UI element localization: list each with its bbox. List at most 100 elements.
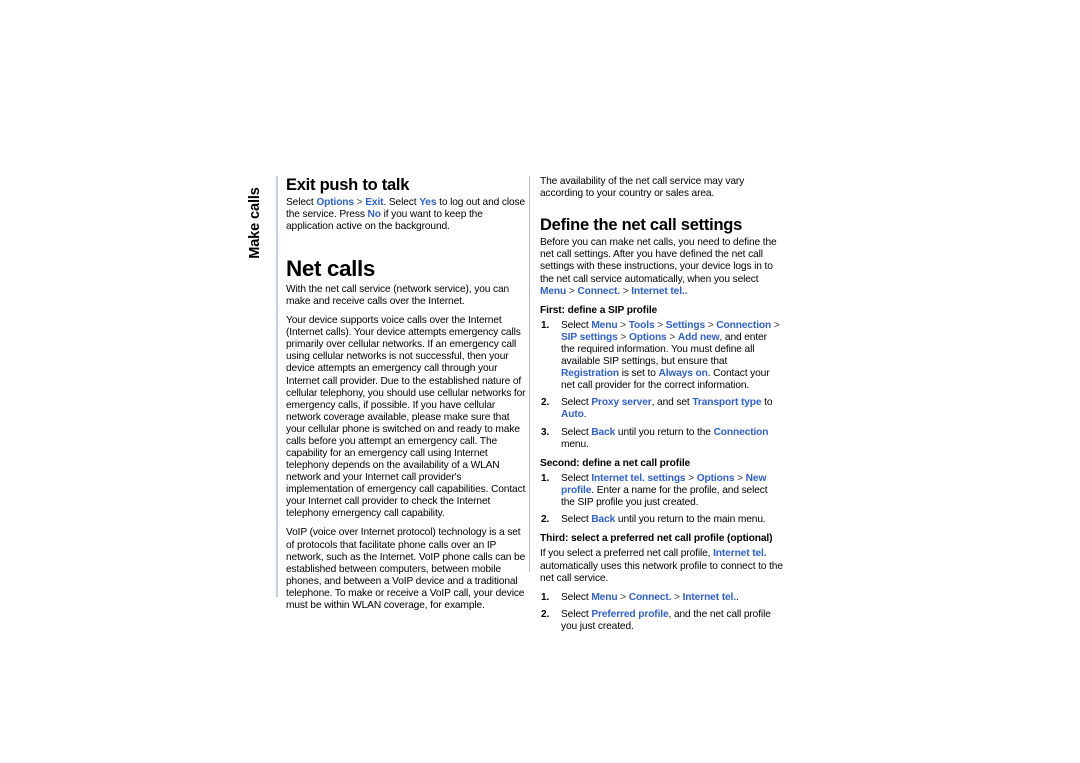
- ui-ref-back: Back: [591, 426, 616, 438]
- chapter-side-tab-label: Make calls: [247, 187, 263, 259]
- ui-ref-add-new: Add new: [677, 332, 720, 343]
- text-seg: >: [734, 472, 746, 484]
- list-item-number: 2.: [541, 608, 550, 620]
- text-seg: .: [583, 409, 587, 421]
- text-seg: until you return to the main menu.: [615, 514, 766, 526]
- ui-ref-connection: Connection: [716, 319, 772, 331]
- text-seg: >: [671, 591, 683, 603]
- ui-ref-no: No: [367, 209, 381, 221]
- list-item-number: 3.: [541, 426, 550, 438]
- paragraph-exit-push-to-talk: Select Options > Exit. Select Yes to log…: [286, 197, 529, 233]
- text-seg: >: [566, 285, 578, 297]
- list-item-number: 1.: [541, 591, 550, 603]
- text-seg: . Select: [383, 197, 420, 209]
- text-seg: >: [617, 591, 629, 603]
- text-seg: Select: [561, 608, 592, 620]
- left-column: Exit push to talk Select Options > Exit.…: [286, 176, 529, 619]
- list-item: 2. Select Back until you return to the ma…: [540, 514, 783, 526]
- ui-ref-exit: Exit: [365, 197, 384, 209]
- text-seg: >: [705, 319, 717, 331]
- list-item-number: 2.: [541, 514, 550, 526]
- ui-ref-yes: Yes: [419, 197, 437, 209]
- heading-net-calls: Net calls: [286, 256, 375, 282]
- list-item-number: 2.: [541, 397, 550, 409]
- text-seg: >: [685, 472, 697, 484]
- ui-ref-back: Back: [591, 514, 616, 526]
- ui-ref-preferred-profile: Preferred profile: [591, 608, 669, 620]
- left-column-rule: [276, 176, 278, 597]
- paragraph-define-intro: Before you can make net calls, you need …: [540, 237, 783, 297]
- list-item: 2. Select Proxy server, and set Transport…: [540, 397, 783, 421]
- ui-ref-connect: Connect.: [577, 285, 621, 297]
- text-seg: >: [771, 319, 780, 331]
- column-separator-rule: [529, 176, 530, 572]
- text-seg: menu.: [561, 438, 589, 450]
- ui-ref-menu: Menu: [540, 285, 567, 297]
- text-seg: Select: [561, 591, 592, 603]
- list-second-define-net-call-profile: 1. Select Internet tel. settings > Option…: [540, 473, 783, 526]
- list-item: 2. Select Preferred profile, and the net …: [540, 609, 783, 633]
- paragraph-preferred-profile-note: If you select a preferred net call profi…: [540, 548, 783, 584]
- text-seg: >: [353, 197, 366, 209]
- list-item: 1. Select Menu > Tools > Settings > Conne…: [540, 320, 783, 392]
- ui-ref-internet-tel: Internet tel.: [682, 591, 736, 603]
- chapter-side-tab: Make calls: [238, 175, 272, 271]
- heading-exit-push-to-talk: Exit push to talk: [286, 176, 410, 194]
- text-seg: Select: [286, 197, 317, 209]
- list-third-select-preferred-profile: 1. Select Menu > Connect. > Internet tel.…: [540, 592, 783, 633]
- ui-ref-sip-settings: SIP settings: [561, 332, 618, 343]
- text-seg: to: [761, 397, 773, 409]
- list-item-number: 1.: [541, 319, 550, 331]
- text-seg: >: [666, 332, 678, 343]
- text-seg: until you return to the: [615, 426, 714, 438]
- heading-define-net-call-settings: Define the net call settings: [540, 216, 743, 235]
- subheading-first-define-sip-profile: First: define a SIP profile: [540, 304, 658, 316]
- text-seg: Select: [561, 319, 592, 331]
- text-seg: . Enter a name for the profile, and sele…: [561, 485, 768, 509]
- text-seg: Before you can make net calls, you need …: [540, 237, 777, 285]
- ui-ref-registration: Registration: [561, 368, 619, 380]
- ui-ref-internet-tel: Internet tel.: [631, 285, 685, 297]
- text-seg: >: [654, 319, 666, 331]
- list-first-define-sip-profile: 1. Select Menu > Tools > Settings > Conne…: [540, 320, 783, 451]
- manual-page: Make calls Exit push to talk Select Opti…: [0, 0, 1080, 763]
- ui-ref-connect: Connect.: [628, 591, 672, 603]
- paragraph-net-calls-2: Your device supports voice calls over th…: [286, 315, 526, 520]
- text-seg: automatically uses this network profile …: [540, 560, 783, 584]
- text-seg: >: [617, 319, 629, 331]
- text-seg: is set to: [619, 368, 659, 380]
- text-seg: >: [620, 285, 632, 297]
- text-seg: Select: [561, 514, 592, 526]
- text-seg: If you select a preferred net call profi…: [540, 548, 714, 560]
- list-item: 1. Select Menu > Connect. > Internet tel.…: [540, 592, 783, 604]
- subheading-second-define-net-call-profile: Second: define a net call profile: [540, 457, 691, 469]
- ui-ref-menu: Menu: [591, 591, 618, 603]
- ui-ref-internet-tel: Internet tel.: [713, 548, 767, 560]
- text-seg: Select: [561, 426, 592, 438]
- ui-ref-always-on: Always on: [658, 368, 708, 380]
- ui-ref-options: Options: [628, 332, 667, 343]
- ui-ref-menu: Menu: [591, 319, 618, 331]
- subheading-third-select-preferred-profile: Third: select a preferred net call profi…: [540, 533, 773, 545]
- text-seg: Select: [561, 397, 592, 409]
- ui-ref-transport-type: Transport type: [692, 397, 762, 409]
- ui-ref-internet-tel-settings: Internet tel. settings: [591, 472, 686, 484]
- ui-ref-auto: Auto: [561, 409, 584, 421]
- ui-ref-connection: Connection: [713, 426, 769, 438]
- text-seg: , and set: [651, 397, 693, 409]
- ui-ref-options: Options: [316, 197, 354, 209]
- text-seg: .: [735, 591, 739, 603]
- list-item-number: 1.: [541, 472, 550, 484]
- paragraph-net-calls-1: With the net call service (network servi…: [286, 284, 510, 308]
- text-seg: .: [684, 285, 688, 297]
- list-item: 1. Select Internet tel. settings > Option…: [540, 473, 783, 509]
- text-seg: Select: [561, 472, 592, 484]
- text-seg: >: [617, 332, 629, 343]
- right-column: The availability of the net call service…: [540, 176, 783, 639]
- ui-ref-proxy-server: Proxy server: [591, 397, 652, 409]
- paragraph-net-calls-3: VoIP (voice over Internet protocol) tech…: [286, 527, 526, 611]
- ui-ref-settings: Settings: [665, 319, 706, 331]
- ui-ref-options: Options: [696, 472, 735, 484]
